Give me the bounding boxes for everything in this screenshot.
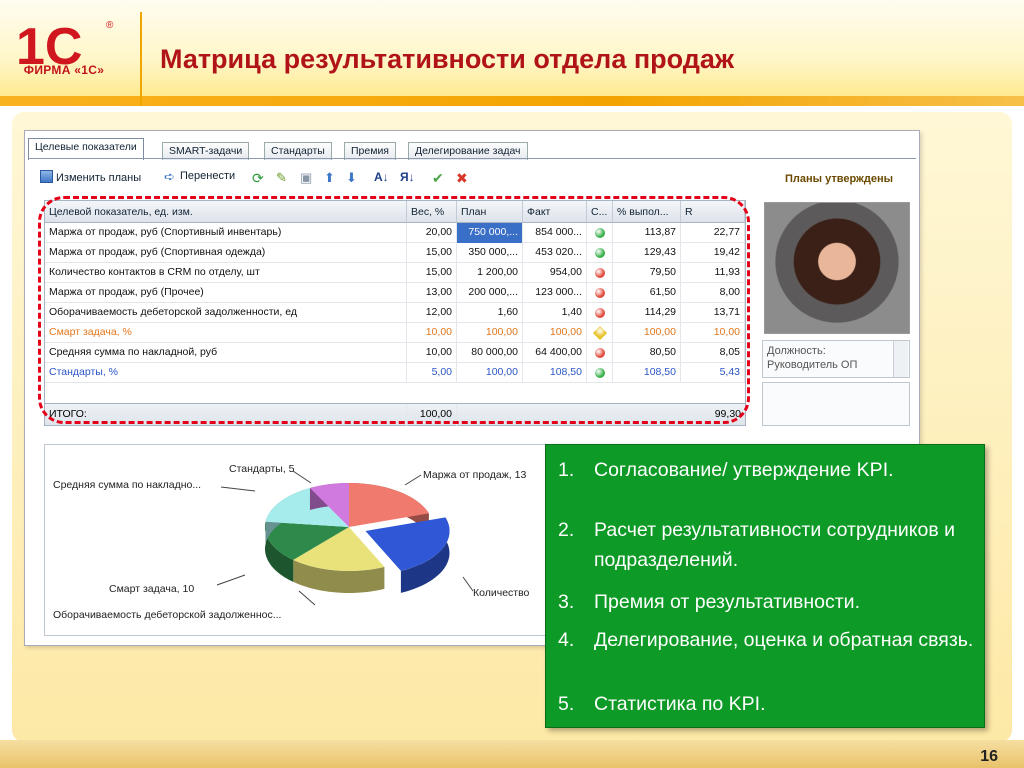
move-up-icon[interactable]: ⬆	[324, 170, 335, 186]
cancel-icon[interactable]: ✖	[456, 170, 468, 187]
list-item-number: 1.	[558, 459, 575, 481]
company-logo: 1С ®	[16, 18, 114, 76]
slide-title: Матрица результативности отдела продаж	[160, 44, 735, 74]
pie-slice-label: Средняя сумма по накладно...	[53, 479, 202, 491]
pie-slice-label: Оборачиваемость дебеторской задолженнос.…	[53, 609, 282, 621]
employee-photo	[764, 202, 910, 334]
pie-leader-line	[220, 486, 256, 492]
list-item-number: 3.	[558, 591, 575, 613]
list-item-text: Делегирование, оценка и обратная связь.	[594, 629, 974, 651]
header-stripe	[0, 96, 1024, 106]
save-icon[interactable]: ▣	[300, 170, 312, 186]
move-down-icon[interactable]: ⬇	[346, 170, 357, 186]
company-logo-subtitle: ФИРМА «1С»	[23, 63, 105, 77]
sort-desc-icon[interactable]: Я↓	[400, 170, 415, 184]
list-item-text: Статистика по KPI.	[594, 693, 766, 715]
page-number: 16	[980, 748, 998, 765]
features-list-box: 1. Согласование/ утверждение KPI. 2. Расчет…	[545, 444, 985, 728]
list-item-number: 4.	[558, 629, 575, 651]
position-value: Руководитель ОП	[767, 359, 858, 371]
move-button[interactable]: ➪ Перенести	[164, 170, 235, 183]
slide-footer	[0, 740, 1024, 768]
change-plans-button[interactable]: Изменить планы	[40, 170, 141, 184]
highlight-frame	[38, 196, 750, 424]
plans-status-label: Планы утверждены	[785, 173, 893, 185]
pie-slice-label: Стандарты, 5	[229, 463, 295, 475]
chart-panel: Маржа от продаж, 13 Количество Оборачиваем…	[44, 444, 546, 636]
checkmark-icon[interactable]: ✔	[432, 170, 444, 187]
pie-leader-line	[216, 574, 246, 586]
tab-target-indicators[interactable]: Целевые показатели	[28, 138, 144, 160]
pencil-icon[interactable]: ✎	[276, 170, 287, 186]
list-item-number: 2.	[558, 519, 575, 541]
tab-underline	[28, 158, 916, 159]
edit-table-icon	[40, 170, 53, 183]
pie-leader-line	[298, 590, 316, 606]
pie-leader-line	[292, 470, 312, 484]
position-scrollbar[interactable]	[893, 341, 908, 377]
list-item-text: Расчет результативности сотрудников и по…	[594, 519, 956, 571]
pie-leader-line	[404, 474, 422, 486]
move-arrow-icon: ➪	[164, 169, 175, 184]
list-item-number: 5.	[558, 693, 575, 715]
list-item-text: Премия от результативности.	[594, 591, 860, 613]
notes-field[interactable]	[762, 382, 910, 426]
position-label: Должность:	[767, 345, 826, 357]
list-item-text: Согласование/ утверждение KPI.	[594, 459, 894, 481]
header-divider	[140, 12, 142, 106]
pie-leader-line	[462, 576, 474, 592]
sort-asc-icon[interactable]: A↓	[374, 170, 389, 184]
position-field[interactable]: Должность: Руководитель ОП	[762, 340, 910, 378]
refresh-icon[interactable]: ⟳	[252, 170, 264, 187]
pie-slice-label: Количество	[473, 587, 530, 599]
pie-slice-label: Смарт задача, 10	[109, 583, 195, 595]
pie-slice-label: Маржа от продаж, 13	[423, 469, 527, 481]
svg-text:®: ®	[106, 20, 114, 31]
